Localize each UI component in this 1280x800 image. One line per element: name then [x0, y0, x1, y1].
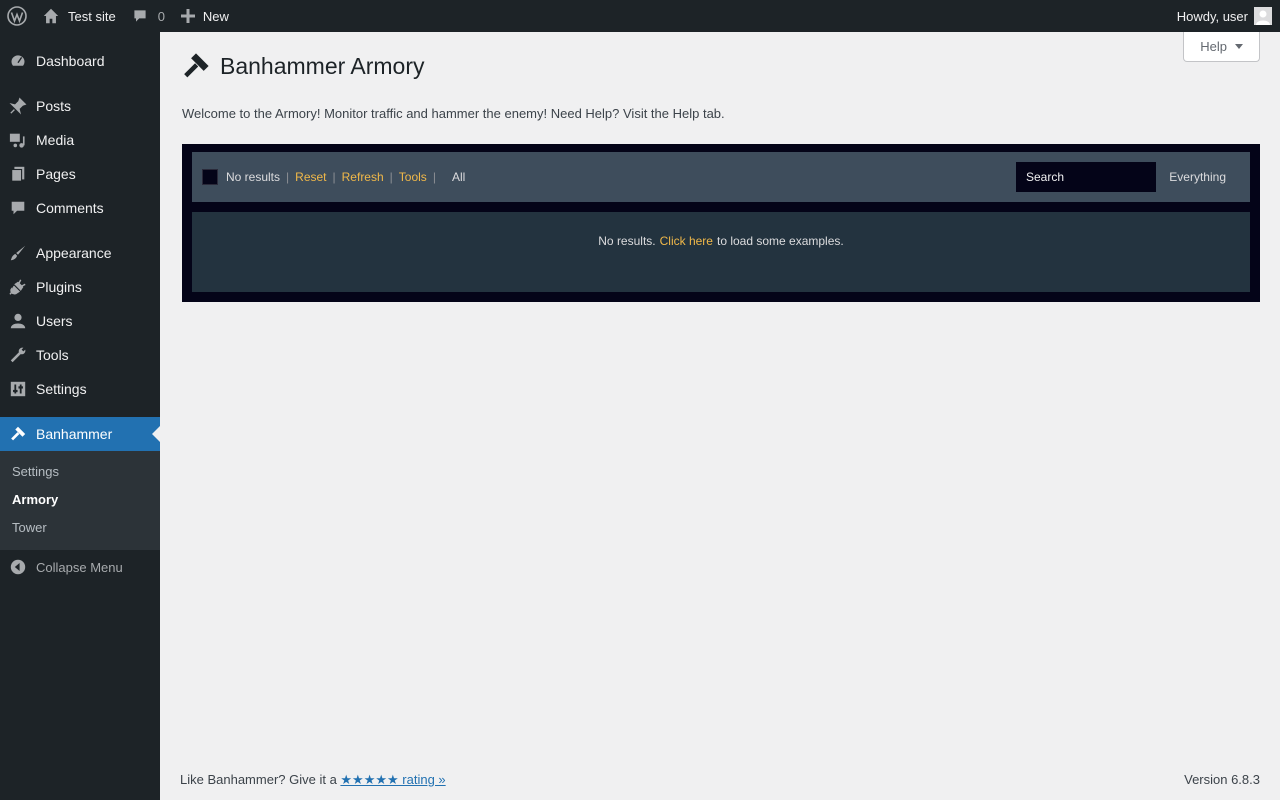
separator: |: [432, 170, 436, 184]
comment-icon: [0, 199, 36, 217]
settings-icon: [0, 380, 36, 398]
sidebar-item-label: Posts: [36, 98, 72, 114]
wordpress-logo-icon[interactable]: [0, 0, 34, 32]
sidebar-item-label: Banhammer: [36, 426, 113, 442]
caret-down-icon: [1235, 44, 1243, 49]
no-results-text: No results.: [598, 234, 656, 248]
my-account[interactable]: Howdy, user: [1177, 0, 1280, 32]
help-label: Help: [1200, 39, 1227, 54]
collapse-menu-label: Collapse Menu: [36, 559, 123, 575]
sidebar-item-media[interactable]: Media: [0, 123, 160, 157]
plus-icon: [180, 9, 195, 23]
load-examples-suffix: to load some examples.: [716, 234, 844, 248]
sidebar-item-tools[interactable]: Tools: [0, 338, 160, 372]
sidebar-item-label: Appearance: [36, 245, 112, 261]
sidebar-item-label: Dashboard: [36, 53, 105, 69]
collapse-menu-button[interactable]: Collapse Menu: [0, 550, 160, 584]
site-name-link[interactable]: Test site: [34, 0, 124, 32]
pages-icon: [0, 165, 36, 183]
armory-toolbar: No results | Reset | Refresh | Tools | A…: [192, 152, 1250, 202]
submenu-item-settings[interactable]: Settings: [0, 458, 160, 486]
separator: |: [332, 170, 336, 184]
hammer-icon: [184, 53, 209, 78]
footer-rating: Like Banhammer? Give it a ★★★★★ rating »: [180, 772, 446, 788]
collapse-arrow-icon: [0, 559, 36, 575]
armory-panel: No results | Reset | Refresh | Tools | A…: [182, 144, 1260, 302]
tools-link[interactable]: Tools: [399, 170, 427, 184]
sidebar-item-label: Tools: [36, 347, 69, 363]
footer-version: Version 6.8.3: [1184, 772, 1260, 787]
intro-text: Welcome to the Armory! Monitor traffic a…: [182, 106, 725, 121]
select-all-checkbox[interactable]: [202, 169, 218, 185]
separator: |: [389, 170, 393, 184]
comments-link[interactable]: 0: [124, 0, 173, 32]
site-name: Test site: [68, 8, 116, 24]
sidebar-item-dashboard[interactable]: Dashboard: [0, 44, 160, 78]
comment-icon: [134, 10, 146, 22]
user-icon: [0, 312, 36, 330]
sidebar-item-label: Users: [36, 313, 73, 329]
search-scope-select[interactable]: Everything: [1169, 162, 1226, 192]
media-icon: [0, 131, 36, 149]
page-title-text: Banhammer Armory: [220, 52, 425, 79]
sidebar-item-pages[interactable]: Pages: [0, 157, 160, 191]
sidebar-item-comments[interactable]: Comments: [0, 191, 160, 225]
sidebar-item-label: Plugins: [36, 279, 82, 295]
avatar: [1254, 7, 1272, 25]
admin-sidebar: Dashboard Posts Media Pages Comments App…: [0, 32, 160, 800]
sidebar-item-users[interactable]: Users: [0, 304, 160, 338]
admin-bar: Test site 0 New Howdy, user: [0, 0, 1280, 32]
search-input[interactable]: [1016, 162, 1156, 192]
sidebar-item-label: Pages: [36, 166, 76, 182]
sidebar-item-plugins[interactable]: Plugins: [0, 270, 160, 304]
separator: |: [286, 170, 290, 184]
banhammer-submenu: Settings Armory Tower: [0, 451, 160, 550]
rating-link[interactable]: ★★★★★ rating »: [340, 772, 445, 787]
refresh-link[interactable]: Refresh: [342, 170, 384, 184]
sidebar-item-label: Settings: [36, 381, 87, 397]
footer-text: Like Banhammer? Give it a: [180, 772, 341, 787]
sidebar-item-banhammer[interactable]: Banhammer: [0, 417, 160, 451]
sidebar-item-settings[interactable]: Settings: [0, 372, 160, 406]
new-label: New: [202, 8, 229, 24]
reset-link[interactable]: Reset: [295, 170, 326, 184]
page-title: Banhammer Armory: [182, 52, 425, 80]
howdy-text: Howdy, user: [1176, 8, 1248, 24]
submenu-item-tower[interactable]: Tower: [0, 514, 160, 542]
results-count: No results: [226, 170, 281, 184]
sidebar-item-appearance[interactable]: Appearance: [0, 236, 160, 270]
sidebar-item-label: Media: [36, 132, 75, 148]
main-content: Help Banhammer Armory Welcome to the Arm…: [160, 32, 1280, 800]
wrench-icon: [0, 346, 36, 364]
dashboard-icon: [0, 52, 36, 70]
help-tab-button[interactable]: Help: [1183, 32, 1260, 62]
pushpin-icon: [0, 97, 36, 115]
paintbrush-icon: [0, 244, 36, 262]
comments-count: 0: [157, 8, 165, 24]
filter-all[interactable]: All: [452, 170, 465, 184]
submenu-item-armory[interactable]: Armory: [0, 486, 160, 514]
sidebar-item-posts[interactable]: Posts: [0, 89, 160, 123]
sidebar-item-label: Comments: [36, 200, 104, 216]
plug-icon: [0, 278, 36, 296]
hammer-icon: [0, 425, 36, 443]
load-examples-link[interactable]: Click here: [660, 234, 713, 292]
results-area: No results. Click here to load some exam…: [192, 212, 1250, 292]
home-icon: [43, 8, 59, 24]
new-content-link[interactable]: New: [173, 0, 237, 32]
